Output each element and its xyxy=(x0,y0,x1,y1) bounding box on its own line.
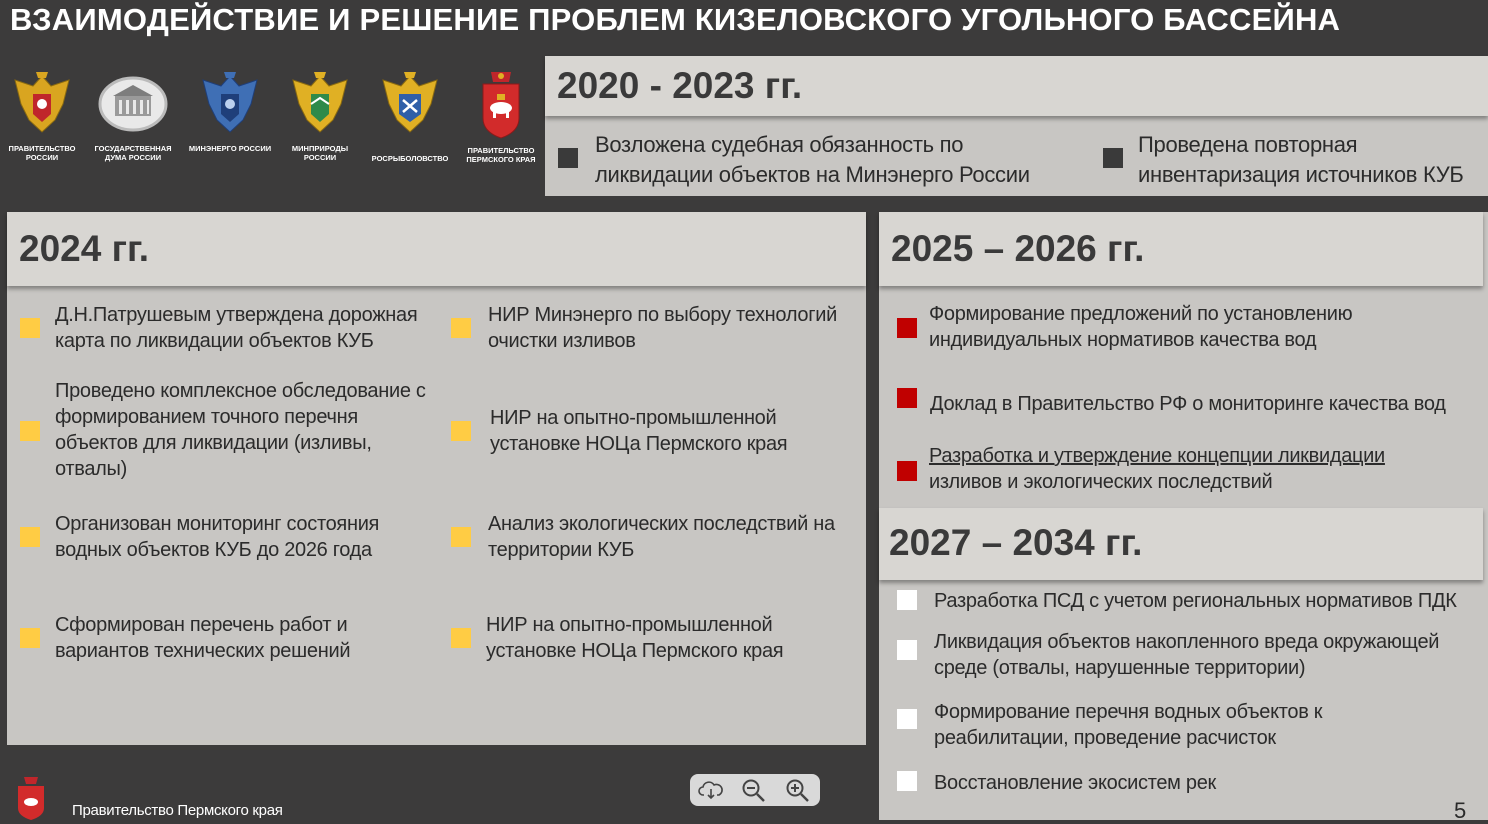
list-item: Формирование перечня водных объектов к р… xyxy=(934,701,1323,749)
logo-government-russia: ПРАВИТЕЛЬСТВО РОССИИ xyxy=(0,70,87,162)
list-item: Разработка ПСД с учетом региональных нор… xyxy=(934,590,1457,612)
underlined-text: Разработка и утверждение концепции ликви… xyxy=(929,445,1385,467)
logo-perm-krai-government: ПРАВИТЕЛЬСТВО ПЕРМСКОГО КРАЯ xyxy=(456,70,546,164)
zoom-in-icon xyxy=(786,779,809,802)
panel-header: 2024 гг. xyxy=(7,212,866,286)
bullet-square xyxy=(897,388,917,408)
logo-caption: МИНЭНЕРГО РОССИИ xyxy=(188,144,272,153)
period-heading: 2020 - 2023 гг. xyxy=(557,65,803,106)
list-item: Формирование предложений по установлению… xyxy=(929,303,1353,351)
logo-minprirody: МИНПРИРОДЫ РОССИИ xyxy=(275,70,365,162)
slide-title: ВЗАИМОДЕЙСТВИЕ И РЕШЕНИЕ ПРОБЛЕМ КИЗЕЛОВ… xyxy=(10,2,1341,37)
list-item: Д.Н.Патрушевым утверждена дорожная карта… xyxy=(55,304,418,352)
list-item: НИР на опытно-промышленной установке НОЦ… xyxy=(490,407,788,455)
bullet-square xyxy=(897,771,917,791)
bullet-square xyxy=(897,709,917,729)
logo-rosrybolovstvo: РОСРЫБОЛОВСТВО xyxy=(365,70,455,163)
bullet-square xyxy=(20,421,40,441)
list-item: Анализ экологических последствий на терр… xyxy=(488,513,835,561)
logo-caption: ГОСУДАРСТВЕННАЯ ДУМА РОССИИ xyxy=(94,144,172,162)
perm-krai-emblem-icon xyxy=(482,72,520,139)
list-item: Разработка и утверждение концепции ликви… xyxy=(929,443,1449,495)
panel-2027-2034: 2027 – 2034 гг. Разработка ПСД с учетом … xyxy=(879,508,1488,820)
panel-header: 2027 – 2034 гг. xyxy=(879,508,1483,580)
panel-2025-2026: 2025 – 2026 гг. Формирование предложений… xyxy=(879,212,1488,508)
list-item: Организован мониторинг состояния водных … xyxy=(55,513,380,561)
logo-caption: ПРАВИТЕЛЬСТВО РОССИИ xyxy=(8,144,76,162)
russian-eagle-emblem-icon xyxy=(14,72,70,133)
bullet-square xyxy=(20,628,40,648)
blue-eagle-emblem-icon xyxy=(202,72,258,133)
bullet-square xyxy=(897,590,917,610)
list-item: Ликвидация объектов накопленного вреда о… xyxy=(934,631,1440,679)
logo-minenergo: МИНЭНЕРГО РОССИИ xyxy=(185,70,275,153)
logo-state-duma: ГОСУДАРСТВЕННАЯ ДУМА РОССИИ xyxy=(88,70,178,162)
bullet-square xyxy=(558,148,578,168)
logos-row: ПРАВИТЕЛЬСТВО РОССИИ ГОСУДАРСТВЕННАЯ ДУМ… xyxy=(0,70,545,190)
page-number: 5 xyxy=(1454,798,1467,823)
list-item: Сформирован перечень работ и вариантов т… xyxy=(55,614,351,662)
list-item: Возложена судебная обязанность по ликвид… xyxy=(595,132,1030,187)
item-text: изливов и экологических последствий xyxy=(929,471,1273,493)
fishery-eagle-emblem-icon xyxy=(382,72,438,133)
cloud-download-button[interactable] xyxy=(698,778,724,802)
footer-organization: Правительство Пермского края xyxy=(72,802,283,819)
period-heading: 2024 гг. xyxy=(19,228,149,269)
bullet-square xyxy=(20,318,40,338)
bullet-square xyxy=(451,628,471,648)
bullet-square xyxy=(20,527,40,547)
list-item: Проведено комплексное обследование с фор… xyxy=(55,380,426,480)
logo-caption: РОСРЫБОЛОВСТВО xyxy=(371,154,449,163)
gold-eagle-emblem-icon xyxy=(292,72,348,133)
bullet-square xyxy=(451,527,471,547)
list-item: НИР на опытно-промышленной установке НОЦ… xyxy=(486,614,784,662)
bullet-square xyxy=(897,318,917,338)
period-heading: 2027 – 2034 гг. xyxy=(889,522,1143,563)
zoom-in-button[interactable] xyxy=(785,778,811,802)
bullet-square xyxy=(897,461,917,481)
duma-building-emblem-icon xyxy=(98,76,168,132)
zoom-out-button[interactable] xyxy=(741,778,767,802)
period-heading: 2025 – 2026 гг. xyxy=(891,228,1145,269)
bullet-square xyxy=(451,318,471,338)
list-item: Проведена повторная инвентаризация источ… xyxy=(1138,132,1464,187)
panel-2024: 2024 гг. Д.Н.Патрушевым утверждена дорож… xyxy=(7,212,866,745)
logo-caption: МИНПРИРОДЫ РОССИИ xyxy=(291,144,349,162)
list-item: Доклад в Правительство РФ о мониторинге … xyxy=(930,393,1446,415)
cloud-download-icon xyxy=(698,781,723,800)
list-item: Восстановление экосистем рек xyxy=(934,772,1216,794)
panel-header: 2020 - 2023 гг. xyxy=(545,56,1488,116)
zoom-toolbar xyxy=(690,774,820,806)
bullet-square xyxy=(451,421,471,441)
list-item: НИР Минэнерго по выбору технологий очист… xyxy=(488,304,837,352)
logo-caption: ПРАВИТЕЛЬСТВО ПЕРМСКОГО КРАЯ xyxy=(466,146,536,164)
panel-header: 2025 – 2026 гг. xyxy=(879,212,1483,286)
bullet-square xyxy=(897,640,917,660)
panel-2020-2023: 2020 - 2023 гг. Возложена судебная обяза… xyxy=(545,56,1488,196)
zoom-out-icon xyxy=(742,779,765,802)
perm-krai-footer-emblem-icon xyxy=(18,777,44,820)
bullet-square xyxy=(1103,148,1123,168)
